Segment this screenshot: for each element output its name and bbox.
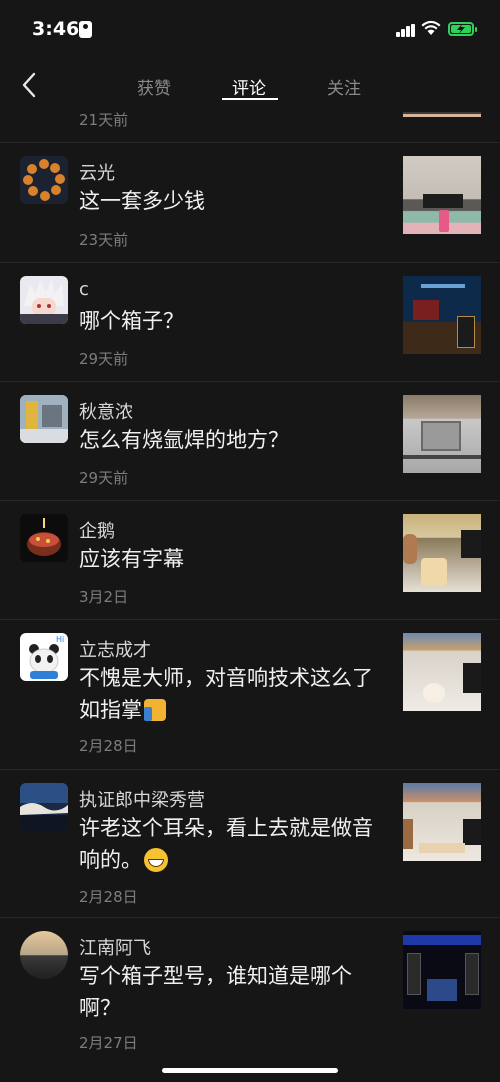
commenter-name[interactable]: 执证郎中梁秀营 (79, 786, 205, 812)
cellular-signal-icon (396, 24, 416, 37)
comment-item[interactable]: Hi 立志成才 不愧是大师，对音响技术这么了如指掌 2月28日 (0, 619, 500, 770)
commenter-name[interactable]: 立志成才 (79, 636, 151, 662)
post-thumbnail[interactable] (403, 276, 481, 354)
comment-text: 这一套多少钱 (79, 189, 205, 213)
post-thumbnail[interactable] (403, 514, 481, 592)
comment-date: 2月28日 (79, 888, 138, 906)
comment-item[interactable]: 江南阿飞 写个箱子型号，谁知道是哪个啊？ 2月27日 (0, 917, 500, 1067)
comment-date: 2月27日 (79, 1034, 138, 1052)
comment-date: 2月28日 (79, 737, 138, 755)
post-thumbnail[interactable] (403, 633, 481, 711)
comment-text: 许老这个耳朵，看上去就是做音响的。 (79, 816, 373, 872)
comment-text: 怎么有烧氩焊的地方？ (79, 428, 289, 452)
comment-text: 应该有字幕 (79, 547, 184, 571)
top-nav: 获赞 评论 关注 (0, 58, 500, 112)
commenter-name[interactable]: c (79, 279, 89, 300)
tab-follows[interactable]: 关注 (327, 74, 361, 99)
chevron-left-icon (22, 72, 36, 98)
avatar[interactable] (20, 783, 68, 831)
comment-date: 29天前 (79, 469, 129, 487)
comment-text: 写个箱子型号，谁知道是哪个啊？ (79, 964, 352, 1020)
comment-item[interactable]: 执证郎中梁秀营 许老这个耳朵，看上去就是做音响的。 2月28日 (0, 769, 500, 918)
commenter-name[interactable]: 江南阿飞 (79, 934, 151, 960)
comment-item[interactable]: 企鹅 应该有字幕 3月2日 (0, 500, 500, 620)
comment-date: 29天前 (79, 350, 129, 368)
avatar[interactable]: Hi (20, 633, 68, 681)
status-time: 3:46 (32, 18, 80, 40)
post-thumbnail[interactable] (403, 783, 481, 861)
tab-likes[interactable]: 获赞 (137, 74, 171, 99)
comment-list[interactable]: 21天前 云光 这一套多少钱 23天前 c 哪个箱子？ 29天前 秋意浓 怎么有… (0, 0, 500, 1082)
comment-text: 不愧是大师，对音响技术这么了如指掌 (79, 666, 373, 722)
comment-date: 23天前 (79, 231, 129, 249)
avatar[interactable] (20, 156, 68, 204)
status-bar: 3:46 (0, 0, 500, 58)
commenter-name[interactable]: 云光 (79, 159, 115, 185)
back-button[interactable] (16, 70, 46, 100)
comment-date: 21天前 (79, 111, 129, 129)
post-thumbnail[interactable] (403, 156, 481, 234)
svg-text:Hi: Hi (56, 635, 64, 644)
commenter-name[interactable]: 企鹅 (79, 517, 115, 543)
tab-comments[interactable]: 评论 (232, 74, 266, 99)
wifi-icon (421, 20, 441, 35)
post-thumbnail[interactable] (403, 395, 481, 473)
avatar[interactable] (20, 931, 68, 979)
contact-icon (79, 21, 92, 38)
post-thumbnail[interactable] (403, 931, 481, 1009)
comment-date: 3月2日 (79, 588, 129, 606)
home-indicator[interactable] (162, 1068, 338, 1073)
avatar[interactable] (20, 395, 68, 443)
battery-icon (448, 22, 477, 36)
comment-item[interactable]: c 哪个箱子？ 29天前 (0, 262, 500, 382)
avatar[interactable] (20, 514, 68, 562)
comment-item[interactable]: 秋意浓 怎么有烧氩焊的地方？ 29天前 (0, 381, 500, 501)
avatar[interactable] (20, 276, 68, 324)
thumbs-up-emoji-icon (144, 699, 166, 721)
comment-item[interactable]: 云光 这一套多少钱 23天前 (0, 142, 500, 263)
comment-text: 哪个箱子？ (79, 309, 184, 333)
commenter-name[interactable]: 秋意浓 (79, 398, 133, 424)
active-tab-indicator (222, 98, 278, 100)
grinning-face-emoji-icon (144, 848, 168, 872)
